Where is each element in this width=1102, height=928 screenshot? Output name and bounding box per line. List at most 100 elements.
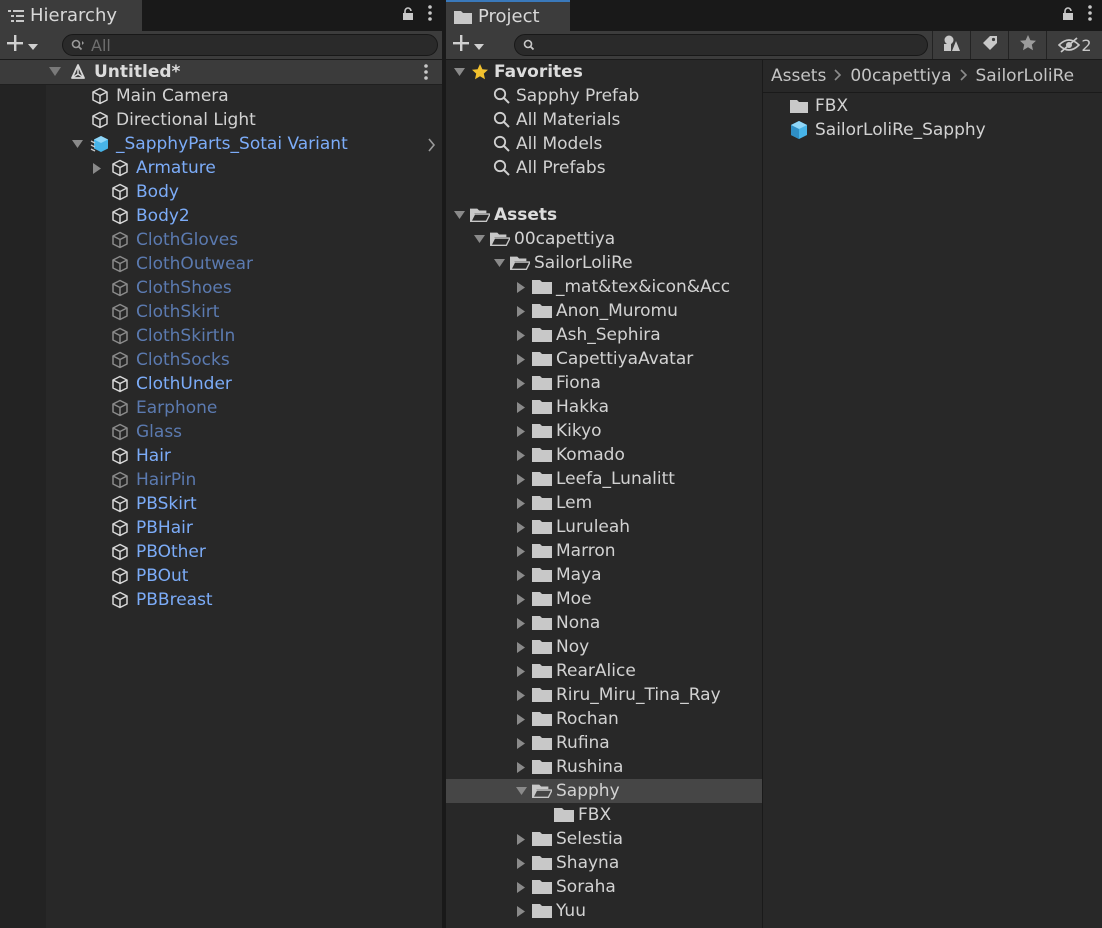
favorite-item[interactable]: All Materials	[492, 108, 620, 132]
collapsed-arrow-icon[interactable]	[514, 617, 528, 629]
hierarchy-item[interactable]: Hair	[110, 444, 171, 468]
collapsed-arrow-icon[interactable]	[514, 761, 528, 773]
folder-item[interactable]: Fiona	[514, 371, 601, 395]
scene-menu-icon[interactable]	[424, 64, 428, 85]
collapsed-arrow-icon[interactable]	[514, 593, 528, 605]
collapsed-arrow-icon[interactable]	[514, 401, 528, 413]
folder-item[interactable]: Kikyo	[514, 419, 602, 443]
collapsed-arrow-icon[interactable]	[514, 857, 528, 869]
collapsed-arrow-icon[interactable]	[514, 881, 528, 893]
collapsed-arrow-icon[interactable]	[514, 473, 528, 485]
project-search-input[interactable]	[514, 34, 928, 56]
collapsed-arrow-icon[interactable]	[514, 569, 528, 581]
kebab-menu-icon[interactable]	[1088, 5, 1092, 26]
hierarchy-item[interactable]: _SapphyParts_Sotai Variant	[71, 132, 348, 156]
collapsed-arrow-icon[interactable]	[514, 713, 528, 725]
folder-item[interactable]: Hakka	[514, 395, 609, 419]
folder-item[interactable]: Maya	[514, 563, 602, 587]
folder-item[interactable]: Anon_Muromu	[514, 299, 678, 323]
scene-row[interactable]: Untitled*	[0, 60, 442, 85]
folder-item[interactable]: Noy	[514, 635, 589, 659]
favorites-header[interactable]: Favorites	[452, 60, 583, 84]
collapsed-arrow-icon[interactable]	[514, 545, 528, 557]
folder-item[interactable]: Yuu	[514, 899, 586, 923]
collapsed-arrow-icon[interactable]	[514, 425, 528, 437]
favorite-item[interactable]: All Models	[492, 132, 602, 156]
collapsed-arrow-icon[interactable]	[514, 689, 528, 701]
hierarchy-item[interactable]: Directional Light	[90, 108, 256, 132]
hierarchy-item[interactable]: PBOut	[110, 564, 188, 588]
lock-icon[interactable]	[1062, 6, 1074, 26]
breadcrumb-assets[interactable]: Assets	[771, 66, 826, 86]
hierarchy-item[interactable]: ClothSkirtIn	[110, 324, 235, 348]
folder-item[interactable]: Riru_Miru_Tina_Ray	[514, 683, 721, 707]
collapsed-arrow-icon[interactable]	[514, 521, 528, 533]
collapsed-arrow-icon[interactable]	[514, 353, 528, 365]
hierarchy-item[interactable]: Body	[110, 180, 179, 204]
favorites-filter-button[interactable]	[1008, 31, 1047, 59]
hierarchy-item[interactable]: PBSkirt	[110, 492, 197, 516]
folder-item[interactable]: Moe	[514, 587, 592, 611]
hierarchy-item[interactable]: ClothSkirt	[110, 300, 219, 324]
folder-item[interactable]: _mat&tex&icon&Acc	[514, 275, 730, 299]
collapsed-arrow-icon[interactable]	[514, 641, 528, 653]
lock-icon[interactable]	[402, 6, 414, 26]
hierarchy-item[interactable]: Body2	[110, 204, 190, 228]
folder-item[interactable]: Rushina	[514, 755, 623, 779]
folder-item-selected[interactable]: Sapphy	[446, 779, 762, 803]
breadcrumb-sailorlolire[interactable]: SailorLoliRe	[976, 66, 1075, 86]
collapsed-arrow-icon[interactable]	[514, 329, 528, 341]
folder-item[interactable]: Komado	[514, 443, 625, 467]
expand-arrow-icon[interactable]	[48, 67, 62, 77]
hierarchy-search-input[interactable]: All	[62, 34, 438, 56]
hierarchy-item[interactable]: Main Camera	[90, 84, 229, 108]
search-by-label-button[interactable]	[970, 31, 1009, 59]
folder-item[interactable]: Selestia	[514, 827, 623, 851]
collapsed-arrow-icon[interactable]	[90, 162, 104, 174]
breadcrumb-00capettiya[interactable]: 00capettiya	[850, 66, 951, 86]
hierarchy-item[interactable]: PBOther	[110, 540, 206, 564]
collapsed-arrow-icon[interactable]	[514, 833, 528, 845]
kebab-menu-icon[interactable]	[428, 5, 432, 26]
create-button[interactable]	[6, 33, 38, 57]
expand-arrow-icon[interactable]	[492, 258, 506, 268]
expand-arrow-icon[interactable]	[472, 234, 486, 244]
collapsed-arrow-icon[interactable]	[514, 905, 528, 917]
create-button[interactable]	[452, 33, 484, 57]
hierarchy-item[interactable]: ClothShoes	[110, 276, 232, 300]
hierarchy-item[interactable]: PBHair	[110, 516, 193, 540]
hierarchy-item[interactable]: Armature	[92, 156, 216, 180]
hierarchy-item[interactable]: HairPin	[110, 468, 196, 492]
collapsed-arrow-icon[interactable]	[514, 281, 528, 293]
hierarchy-item[interactable]: ClothUnder	[110, 372, 232, 396]
folder-item[interactable]: CapettiyaAvatar	[514, 347, 693, 371]
hierarchy-item[interactable]: ClothGloves	[110, 228, 238, 252]
project-tab[interactable]: Project	[446, 0, 570, 31]
expand-arrow-icon[interactable]	[452, 67, 466, 77]
hierarchy-item[interactable]: Earphone	[110, 396, 217, 420]
folder-item[interactable]: Rochan	[514, 707, 619, 731]
collapsed-arrow-icon[interactable]	[514, 449, 528, 461]
folder-item[interactable]: Nona	[514, 611, 600, 635]
collapsed-arrow-icon[interactable]	[514, 497, 528, 509]
collapsed-arrow-icon[interactable]	[514, 665, 528, 677]
open-prefab-chevron-icon[interactable]	[428, 137, 436, 157]
folder-item-fbx[interactable]: FBX	[554, 803, 611, 827]
folder-item[interactable]: Ash_Sephira	[514, 323, 661, 347]
folder-item[interactable]: Lem	[514, 491, 592, 515]
hidden-packages-button[interactable]: 2	[1046, 31, 1102, 59]
folder-item[interactable]: Shayna	[514, 851, 619, 875]
content-item-fbx[interactable]: FBX	[789, 94, 848, 118]
hierarchy-item[interactable]: ClothOutwear	[110, 252, 253, 276]
folder-sailorlolire[interactable]: SailorLoliRe	[492, 251, 633, 275]
folder-item[interactable]: Luruleah	[514, 515, 630, 539]
favorite-item[interactable]: All Prefabs	[492, 156, 606, 180]
search-by-type-button[interactable]	[932, 31, 971, 59]
collapsed-arrow-icon[interactable]	[514, 377, 528, 389]
expand-arrow-icon[interactable]	[70, 139, 84, 149]
content-item-prefab[interactable]: SailorLoliRe_Sapphy	[789, 118, 986, 142]
folder-item[interactable]: Rufina	[514, 731, 610, 755]
folder-item[interactable]: Soraha	[514, 875, 616, 899]
assets-header[interactable]: Assets	[452, 203, 557, 227]
folder-item[interactable]: RearAlice	[514, 659, 636, 683]
